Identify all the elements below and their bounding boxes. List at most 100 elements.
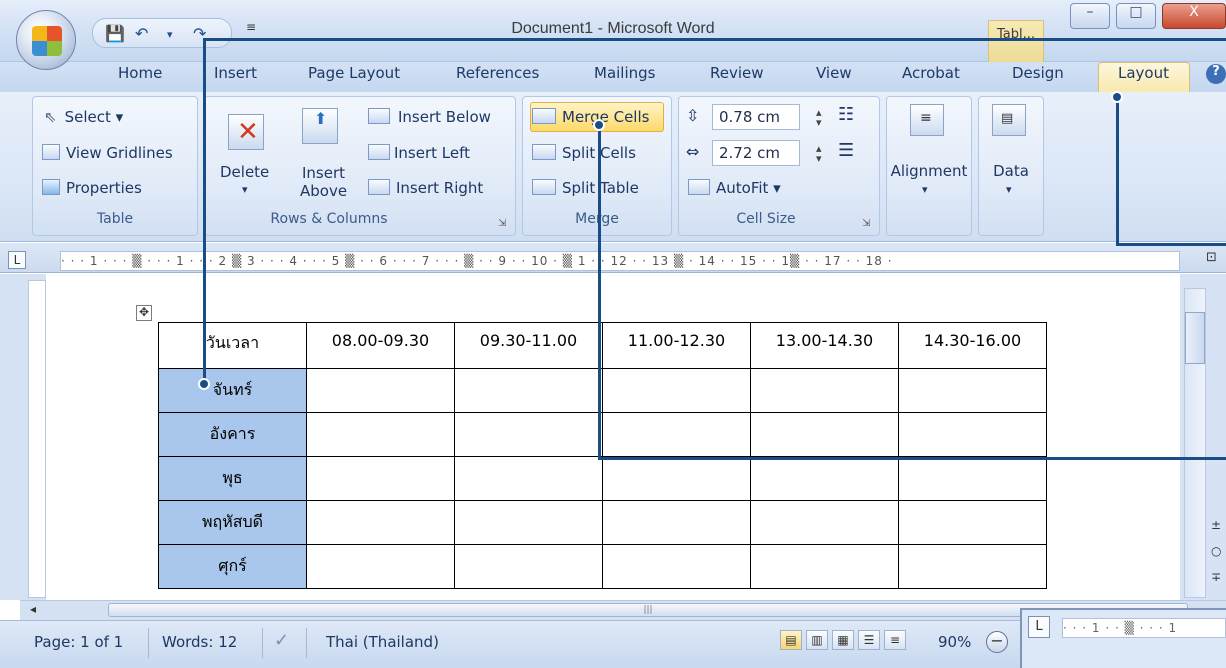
data-icon[interactable]: ▤	[992, 104, 1026, 136]
help-icon[interactable]: ?	[1206, 64, 1226, 84]
data-dropdown-icon[interactable]: ▾	[1006, 183, 1012, 196]
page-count[interactable]: Page: 1 of 1	[34, 633, 123, 651]
tab-acrobat[interactable]: Acrobat	[902, 64, 960, 82]
time-slot-header[interactable]: 14.30-16.00	[898, 322, 1047, 369]
close-button[interactable]: X	[1162, 3, 1226, 29]
insert-below-button[interactable]: Insert Below	[368, 108, 491, 126]
table-cell[interactable]	[306, 412, 455, 457]
view-ruler-icon[interactable]: ⊡	[1206, 250, 1217, 265]
split-cells-button[interactable]: Split Cells	[532, 144, 636, 162]
delete-dropdown-icon[interactable]: ▾	[242, 183, 248, 196]
table-cell[interactable]	[602, 544, 751, 589]
table-cell[interactable]	[306, 500, 455, 545]
table-cell[interactable]	[454, 456, 603, 501]
header-corner-cell[interactable]: วันเวลา	[158, 322, 307, 369]
table-cell[interactable]	[454, 368, 603, 413]
cell-size-launcher-icon[interactable]: ⇲	[862, 218, 870, 229]
zoom-out-button[interactable]: −	[986, 631, 1008, 653]
tab-review[interactable]: Review	[710, 64, 764, 82]
row-height-input[interactable]: 0.78 cm	[712, 104, 800, 130]
day-cell[interactable]: จันทร์	[158, 368, 307, 413]
table-cell[interactable]	[898, 500, 1047, 545]
properties-button[interactable]: Properties	[42, 179, 142, 197]
schedule-table[interactable]: วันเวลา 08.00-09.30 09.30-11.00 11.00-12…	[158, 322, 1047, 589]
distribute-columns-icon[interactable]: ☰	[838, 140, 854, 161]
tab-mailings[interactable]: Mailings	[594, 64, 655, 82]
vertical-scrollbar-thumb[interactable]	[1185, 312, 1205, 364]
table-cell[interactable]	[454, 544, 603, 589]
office-button[interactable]	[16, 10, 76, 70]
table-cell[interactable]	[602, 412, 751, 457]
tab-layout[interactable]: Layout	[1118, 64, 1169, 82]
proofing-check-icon[interactable]: ✓	[274, 630, 289, 651]
table-cell[interactable]	[898, 412, 1047, 457]
alignment-icon[interactable]: ≡	[910, 104, 944, 136]
insert-above-label-2[interactable]: Above	[300, 182, 347, 200]
time-slot-header[interactable]: 09.30-11.00	[454, 322, 603, 369]
split-table-button[interactable]: Split Table	[532, 179, 639, 197]
table-cell[interactable]	[602, 456, 751, 501]
distribute-rows-icon[interactable]: ☷	[838, 104, 854, 125]
alignment-dropdown-icon[interactable]: ▾	[922, 183, 928, 196]
delete-table-icon[interactable]: ✕	[228, 114, 264, 150]
table-move-handle-icon[interactable]: ✥	[136, 305, 152, 321]
tab-selector-icon[interactable]: L	[8, 251, 26, 269]
web-layout-icon[interactable]: ▦	[832, 630, 854, 650]
table-cell[interactable]	[306, 544, 455, 589]
tab-page-layout[interactable]: Page Layout	[308, 64, 400, 82]
print-layout-icon[interactable]: ▤	[780, 630, 802, 650]
tab-references[interactable]: References	[456, 64, 539, 82]
table-cell[interactable]	[306, 456, 455, 501]
select-button[interactable]: ⇖ Select ▾	[44, 108, 123, 126]
table-cell[interactable]	[898, 544, 1047, 589]
insert-left-button[interactable]: Insert Left	[368, 144, 470, 162]
table-cell[interactable]	[750, 456, 899, 501]
day-cell[interactable]: อังคาร	[158, 412, 307, 457]
day-cell[interactable]: พฤหัสบดี	[158, 500, 307, 545]
scroll-left-icon[interactable]: ◂	[30, 602, 36, 616]
previous-page-icon[interactable]: ±	[1211, 518, 1221, 532]
select-browse-object-icon[interactable]: ○	[1211, 544, 1221, 558]
autofit-button[interactable]: AutoFit ▾	[688, 179, 781, 197]
insert-above-icon[interactable]: ⬆	[302, 108, 338, 144]
draft-icon[interactable]: ≡	[884, 630, 906, 650]
table-cell[interactable]	[454, 500, 603, 545]
minimize-button[interactable]: –	[1070, 3, 1110, 29]
insert-above-label-1[interactable]: Insert	[302, 164, 345, 182]
rows-columns-launcher-icon[interactable]: ⇲	[498, 218, 506, 229]
horizontal-ruler[interactable]: · · · 1 · · · ▒ · · · 1 · · · 2 ▒ 3 · · …	[60, 251, 1180, 271]
table-cell[interactable]	[602, 500, 751, 545]
table-cell[interactable]	[750, 412, 899, 457]
day-cell[interactable]: พุธ	[158, 456, 307, 501]
next-page-icon[interactable]: ∓	[1211, 570, 1221, 584]
full-screen-reading-icon[interactable]: ▥	[806, 630, 828, 650]
table-cell[interactable]	[750, 500, 899, 545]
table-cell[interactable]	[898, 456, 1047, 501]
table-cell[interactable]	[750, 544, 899, 589]
vertical-ruler[interactable]	[28, 280, 46, 598]
language-indicator[interactable]: Thai (Thailand)	[326, 633, 439, 651]
alignment-button[interactable]: Alignment	[886, 162, 972, 180]
table-cell[interactable]	[454, 412, 603, 457]
insert-right-button[interactable]: Insert Right	[368, 179, 483, 197]
delete-button[interactable]: Delete	[220, 163, 269, 181]
row-height-spinner-icon[interactable]: ▴ ▾	[816, 107, 822, 128]
outline-icon[interactable]: ☰	[858, 630, 880, 650]
column-width-spinner-icon[interactable]: ▴ ▾	[816, 143, 822, 164]
table-cell[interactable]	[602, 368, 751, 413]
tab-insert[interactable]: Insert	[214, 64, 257, 82]
data-button[interactable]: Data	[978, 162, 1044, 180]
column-width-input[interactable]: 2.72 cm	[712, 140, 800, 166]
tab-home[interactable]: Home	[118, 64, 162, 82]
maximize-button[interactable]: □	[1116, 3, 1156, 29]
merge-cells-button[interactable]: Merge Cells	[532, 108, 649, 126]
word-count[interactable]: Words: 12	[162, 633, 237, 651]
zoom-level[interactable]: 90%	[938, 633, 971, 651]
tab-view[interactable]: View	[816, 64, 852, 82]
table-cell[interactable]	[750, 368, 899, 413]
time-slot-header[interactable]: 11.00-12.30	[602, 322, 751, 369]
time-slot-header[interactable]: 13.00-14.30	[750, 322, 899, 369]
tab-design[interactable]: Design	[1012, 64, 1064, 82]
day-cell[interactable]: ศุกร์	[158, 544, 307, 589]
table-cell[interactable]	[898, 368, 1047, 413]
